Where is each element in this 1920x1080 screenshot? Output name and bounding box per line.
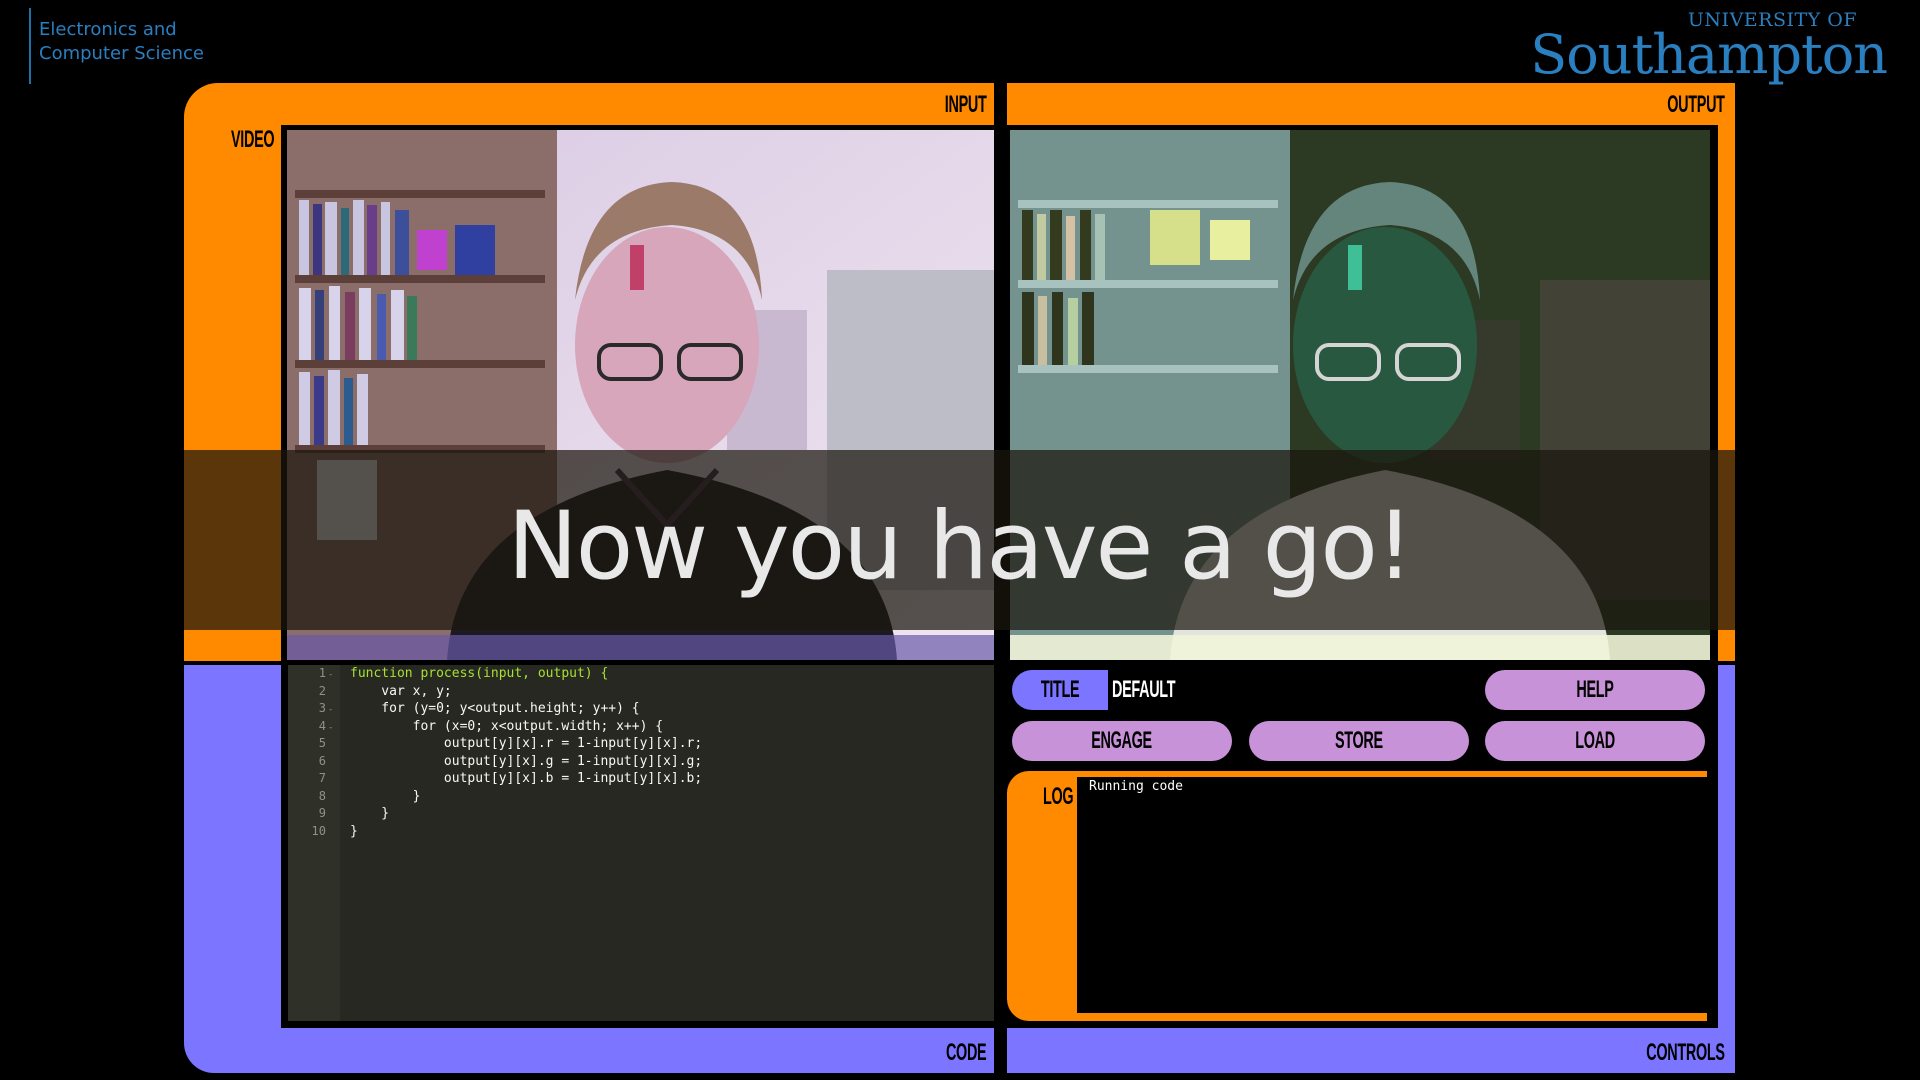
engage-button-label: ENGAGE xyxy=(1091,727,1153,754)
load-button-label: LOAD xyxy=(1575,727,1615,754)
code-line: 3- for (y=0; y<output.height; y++) { xyxy=(288,700,994,718)
code-line-number: 10 xyxy=(311,823,326,838)
code-panel: CODE 1- function process(input, output) {… xyxy=(184,665,994,1073)
log-entry: Running code xyxy=(1089,779,1183,794)
code-line-number: 2 xyxy=(318,683,326,698)
controls-panel-backdrop: TITLE DEFAULT HELP ENGAGE STORE LOAD LOG… xyxy=(1007,665,1718,1028)
code-line-text: } xyxy=(350,788,421,804)
video-label: VIDEO xyxy=(231,126,275,153)
output-label: OUTPUT xyxy=(1667,91,1726,118)
code-line-text: output[y][x].b = 1-input[y][x].b; xyxy=(350,771,703,786)
title-field-value: DEFAULT xyxy=(1112,676,1176,703)
title-button-label: TITLE xyxy=(1040,676,1080,703)
department-line-1: Electronics and xyxy=(39,19,177,40)
store-button-label: STORE xyxy=(1335,727,1383,754)
code-line-number: 6 xyxy=(318,753,326,768)
code-line: 9 } xyxy=(288,805,994,823)
code-line-number: 8 xyxy=(318,788,326,803)
log-panel: LOG Running code xyxy=(1007,771,1707,1021)
university-logo: UNIVERSITY OF Southampton xyxy=(1530,10,1888,86)
fold-toggle-icon[interactable]: - xyxy=(328,723,333,733)
code-line-number: 5 xyxy=(318,736,326,750)
store-button[interactable]: STORE xyxy=(1249,721,1469,761)
title-field[interactable]: DEFAULT xyxy=(1112,670,1272,710)
code-line: 4- for (x=0; x<output.width; x++) { xyxy=(288,718,994,736)
code-line-text: output[y][x].g = 1-input[y][x].g; xyxy=(350,753,703,769)
fold-toggle-icon[interactable]: - xyxy=(328,705,333,715)
engage-button[interactable]: ENGAGE xyxy=(1012,721,1232,761)
title-button[interactable]: TITLE xyxy=(1012,670,1108,710)
load-button[interactable]: LOAD xyxy=(1485,721,1705,761)
department-logo: Electronics and Computer Science xyxy=(29,8,204,84)
code-line-text: } xyxy=(350,823,358,839)
code-line: 5 output[y][x].r = 1-input[y][x].r; xyxy=(288,735,994,753)
code-label: CODE xyxy=(945,1039,987,1066)
code-line-number: 3 xyxy=(318,701,326,715)
code-line-text: var x, y; xyxy=(350,683,452,699)
caption-text: Now you have a go! xyxy=(507,492,1413,601)
controls-panel: CONTROLS TITLE DEFAULT HELP ENGAGE STORE… xyxy=(1007,665,1735,1073)
code-line-text: function process(input, output) { xyxy=(350,666,609,681)
code-line-number: 4 xyxy=(318,718,326,733)
code-line: 10} xyxy=(288,823,994,841)
fold-toggle-icon[interactable]: - xyxy=(328,670,333,680)
department-line-2: Computer Science xyxy=(39,43,204,64)
code-line-text: for (x=0; x<output.width; x++) { xyxy=(350,718,664,734)
code-line-text: for (y=0; y<output.height; y++) { xyxy=(350,701,640,716)
code-line: 2 var x, y; xyxy=(288,683,994,701)
code-line: 7 output[y][x].b = 1-input[y][x].b; xyxy=(288,770,994,788)
log-output[interactable]: Running code xyxy=(1077,777,1707,1013)
code-line: 6 output[y][x].g = 1-input[y][x].g; xyxy=(288,753,994,771)
code-line-number: 7 xyxy=(318,771,326,785)
code-line-number: 9 xyxy=(318,806,326,820)
log-label: LOG xyxy=(1043,783,1074,810)
help-button-label: HELP xyxy=(1576,676,1614,703)
code-line: 8 } xyxy=(288,788,994,806)
caption-banner: Now you have a go! xyxy=(184,450,1735,630)
code-line-text: output[y][x].r = 1-input[y][x].r; xyxy=(350,736,703,751)
code-line: 1- function process(input, output) { xyxy=(288,665,994,683)
code-line-text: } xyxy=(350,806,390,821)
controls-label: CONTROLS xyxy=(1646,1039,1726,1066)
university-logo-big: Southampton xyxy=(1530,23,1888,86)
code-editor[interactable]: 1- function process(input, output) {2 var… xyxy=(288,665,994,1021)
code-line-number: 1 xyxy=(318,666,326,680)
help-button[interactable]: HELP xyxy=(1485,670,1705,710)
input-label: INPUT xyxy=(944,91,986,118)
